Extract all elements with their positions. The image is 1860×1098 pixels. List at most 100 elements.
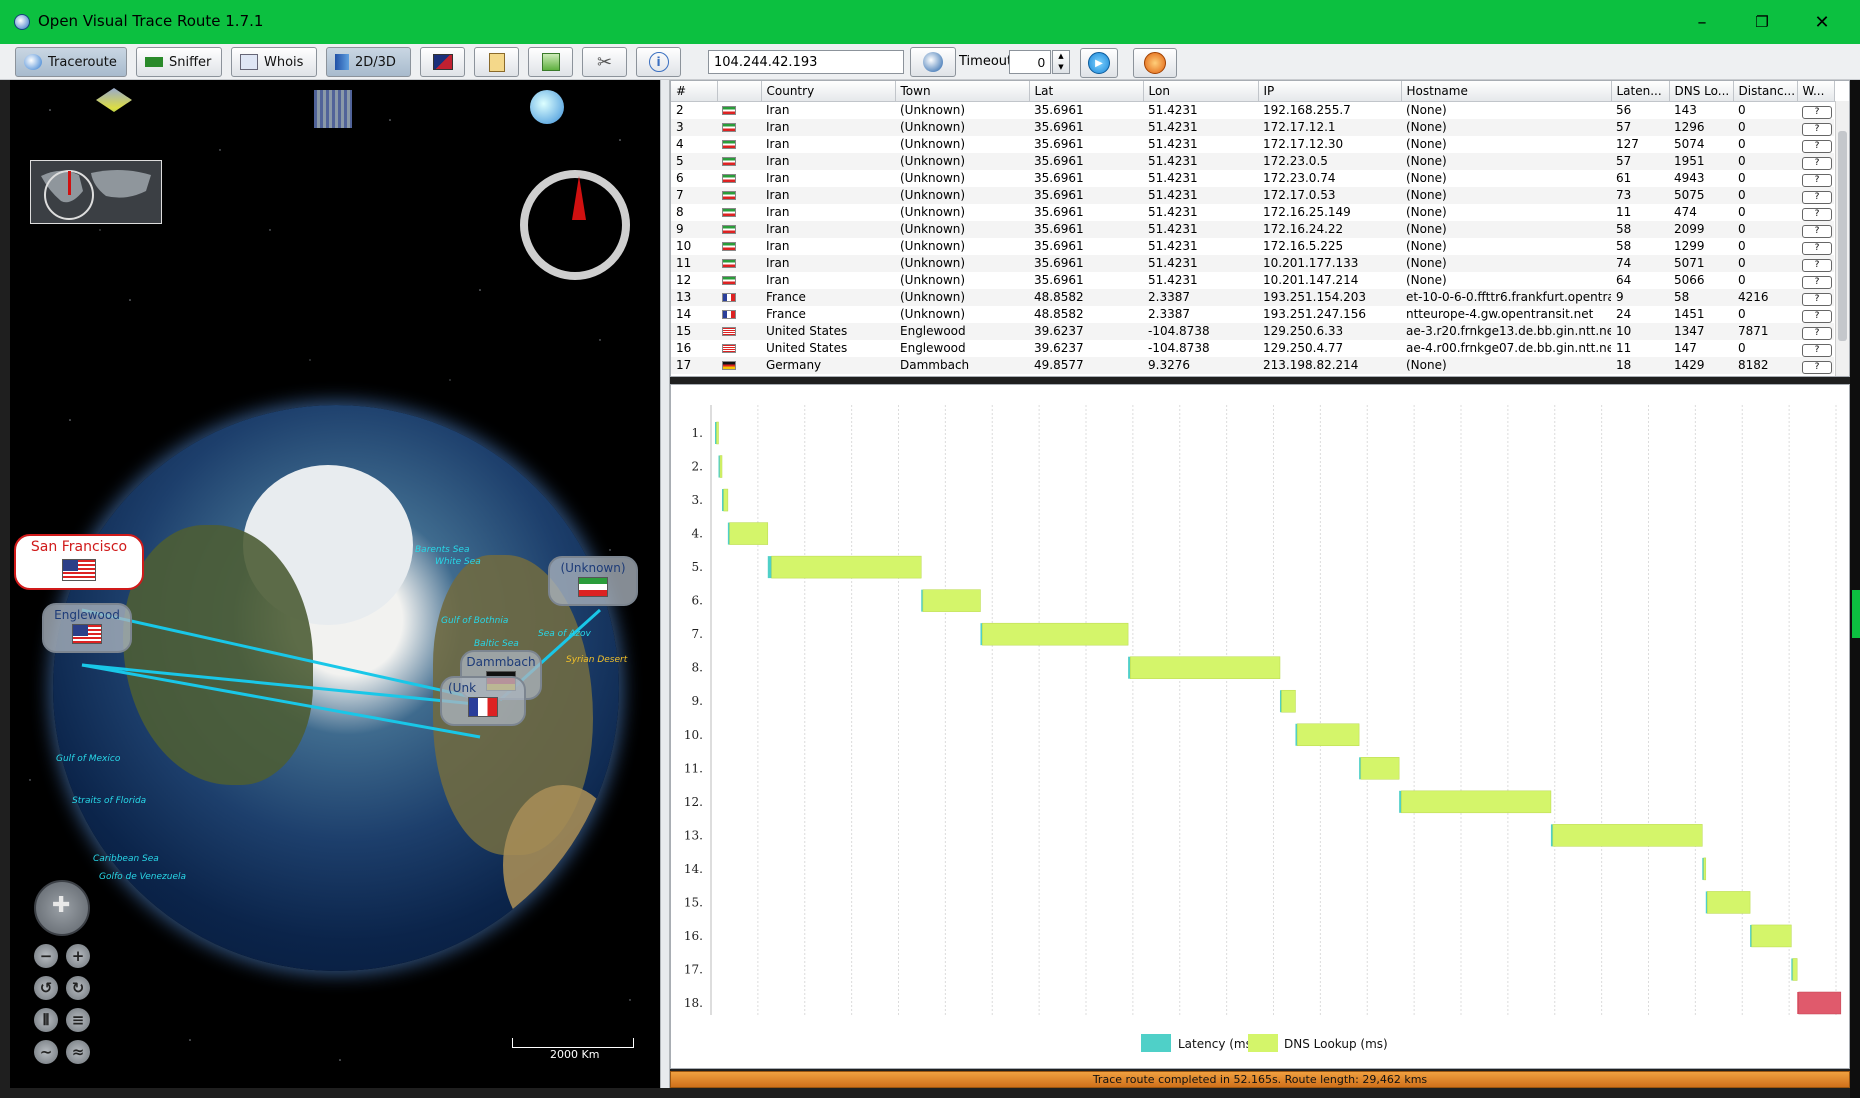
label-caribbean: Caribbean Sea [93,854,159,864]
reset-view-button[interactable]: ≡ [66,1008,90,1032]
table-scroll-thumb[interactable] [1838,131,1847,341]
close-button[interactable]: ✕ [1794,6,1850,38]
table-row[interactable]: 15 United States Englewood 39.6237 -104.8738… [671,322,1834,340]
whois-row-button[interactable]: ? [1802,156,1832,170]
whois-row-button[interactable]: ? [1802,360,1832,374]
table-cell: et-10-0-6-0.ffttr6.frankfurt.opentran... [1401,288,1611,306]
vertical-splitter[interactable] [660,80,670,1088]
whois-row-button[interactable]: ? [1802,326,1832,340]
whois-row-button[interactable]: ? [1802,105,1832,119]
start-trace-button[interactable]: ▶ [1080,48,1118,78]
column-header-7[interactable]: Hostname [1401,81,1612,102]
table-row[interactable]: 10 Iran (Unknown) 35.6961 51.4231 172.16.5.22… [671,238,1834,255]
table-row[interactable]: 4 Iran (Unknown) 35.6961 51.4231 172.17.12.30… [671,136,1834,153]
zoom-out-button[interactable]: − [34,944,58,968]
table-row[interactable]: 6 Iran (Unknown) 35.6961 51.4231 172.23.0.74 (… [671,170,1834,187]
table-cell: 5066 [1674,273,1705,287]
whois-row-button[interactable]: ? [1802,122,1832,136]
settings-button[interactable]: ✂ [582,47,627,77]
target-ip-input[interactable] [708,50,904,74]
whois-row-button[interactable]: ? [1802,309,1832,323]
whois-row-button[interactable]: ? [1802,190,1832,204]
whois-row-button[interactable]: ? [1802,224,1832,238]
timeout-spinner[interactable]: ▲ ▼ [1052,50,1070,74]
table-cell: (None) [1401,254,1611,272]
whois-row-button[interactable]: ? [1802,258,1832,272]
table-cell: 1347 [1669,322,1733,340]
table-cell: 2 [676,103,684,117]
clipboard-button[interactable] [474,47,519,77]
rotate-right-button[interactable]: ↻ [66,976,90,1000]
rotate-left-button[interactable]: ↺ [34,976,58,1000]
table-row[interactable]: 5 Iran (Unknown) 35.6961 51.4231 172.23.0.5 (N… [671,152,1834,170]
table-row[interactable]: 12 Iran (Unknown) 35.6961 51.4231 10.201.147.… [671,272,1834,289]
table-row[interactable]: 16 United States Englewood 39.6237 -104.8738… [671,340,1834,357]
column-header-5[interactable]: Lon [1143,81,1259,102]
marker-san-francisco[interactable]: San Francisco [14,534,144,590]
minimize-button[interactable]: – [1674,6,1730,38]
side-tab[interactable] [1852,590,1860,638]
flag-cell [717,374,761,377]
view-2d3d-button[interactable]: 2D/3D [326,47,411,77]
column-header-4[interactable]: Lat [1029,81,1144,102]
marker-englewood[interactable]: Englewood [42,603,132,653]
table-row[interactable]: 14 France (Unknown) 48.8582 2.3387 193.251.24… [671,306,1834,323]
whois-row-button[interactable]: ? [1802,173,1832,187]
table-row[interactable]: 8 Iran (Unknown) 35.6961 51.4231 172.16.25.14… [671,204,1834,221]
pan-control[interactable]: ✚ [34,880,90,936]
column-header-10[interactable]: Distanc... [1733,81,1798,102]
iran-flag-icon [722,208,736,217]
table-cell: 57 [1611,118,1669,136]
table-cell: 172.16.24.22 [1258,220,1401,238]
stop-trace-button[interactable] [1133,48,1177,78]
table-row[interactable]: 9 Iran (Unknown) 35.6961 51.4231 172.16.24.22… [671,220,1834,238]
flag-cell [717,322,761,340]
column-header-1[interactable] [717,81,762,102]
table-row[interactable]: 18 United StatesSan Francisco37.7758-122.… [671,374,1834,377]
table-cell: Englewood [895,322,1029,340]
dns-bar [716,421,719,445]
sniffer-button[interactable]: Sniffer [136,47,222,77]
column-header-0[interactable]: # [671,81,718,102]
whois-row-button[interactable]: ? [1802,343,1832,357]
resolve-button[interactable] [910,47,956,77]
status-bar: Trace route completed in 52.165s. Route … [670,1071,1850,1088]
whois-button[interactable]: Whois [231,47,317,77]
whois-row-button[interactable]: ? [1802,241,1832,255]
column-header-6[interactable]: IP [1258,81,1402,102]
exaggeration-up-button[interactable]: ≈ [66,1040,90,1064]
table-row[interactable]: 13 France (Unknown) 48.8582 2.3387 193.251.15… [671,288,1834,306]
table-cell: 193.251.154.203 [1258,288,1401,306]
column-header-2[interactable]: Country [761,81,896,102]
table-row[interactable]: 17 Germany Dammbach 49.8577 9.3276 213.198.82… [671,356,1834,374]
about-button[interactable]: i [636,47,681,77]
exaggeration-down-button[interactable]: ∼ [34,1040,58,1064]
window-title: Open Visual Trace Route 1.7.1 [38,12,264,30]
whois-row-button[interactable]: ? [1802,292,1832,306]
table-row[interactable]: 3 Iran (Unknown) 35.6961 51.4231 172.17.12.1(… [671,118,1834,136]
column-header-3[interactable]: Town [895,81,1030,102]
tilt-button[interactable]: ⦀ [34,1008,58,1032]
timeout-input[interactable] [1009,50,1051,74]
latency-bar [1550,824,1553,847]
export-button[interactable] [528,47,573,77]
table-cell: United States [761,322,895,340]
zoom-in-button[interactable]: + [66,944,90,968]
table-cell: (Unknown) [900,239,966,253]
table-scrollbar[interactable] [1835,101,1849,376]
table-row[interactable]: 2 Iran (Unknown) 35.6961 51.4231 192.168.255.… [671,101,1834,119]
export-map-button[interactable] [420,47,465,77]
whois-row-button[interactable]: ? [1802,275,1832,289]
maximize-button[interactable]: ❐ [1734,6,1790,38]
marker-unknown-iran[interactable]: (Unknown) [548,556,638,606]
traceroute-button[interactable]: Traceroute [15,47,127,77]
column-header-11[interactable]: W... [1797,81,1835,102]
globe-view[interactable]: Barents Sea White Sea Gulf of Bothnia Ba… [10,80,660,1088]
whois-row-button[interactable]: ? [1802,139,1832,153]
column-header-8[interactable]: Laten... [1611,81,1670,102]
marker-france[interactable]: (Unk [440,676,526,726]
table-row[interactable]: 7 Iran (Unknown) 35.6961 51.4231 172.17.0.53(… [671,186,1834,204]
column-header-9[interactable]: DNS Lo... [1669,81,1734,102]
table-row[interactable]: 11 Iran (Unknown) 35.6961 51.4231 10.201.177.… [671,254,1834,272]
whois-row-button[interactable]: ? [1802,207,1832,221]
